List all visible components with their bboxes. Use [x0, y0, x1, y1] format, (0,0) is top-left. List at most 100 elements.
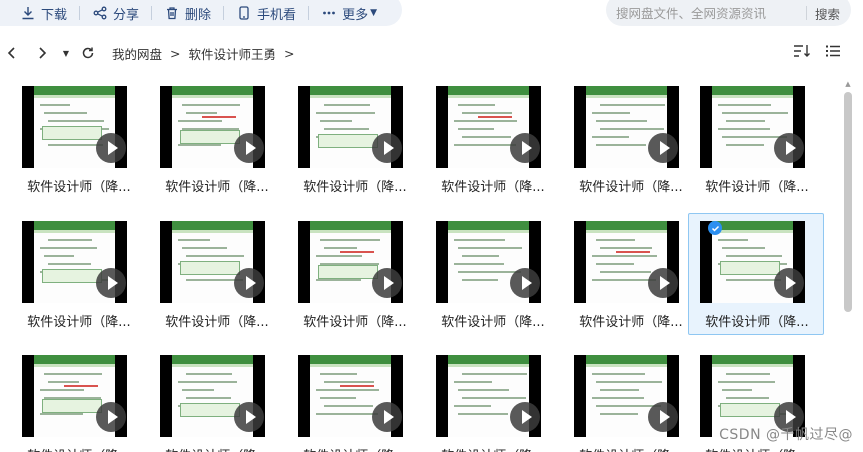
view-controls — [793, 43, 841, 63]
scrollbar[interactable]: ▲ — [844, 78, 852, 452]
video-thumbnail — [22, 86, 127, 168]
play-icon[interactable] — [774, 133, 804, 163]
file-tile[interactable]: 软件设计师（降... — [286, 78, 422, 200]
slide-annotation-stroke — [616, 251, 650, 253]
back-icon[interactable] — [2, 43, 22, 63]
file-name: 软件设计师（降... — [579, 180, 683, 195]
play-icon[interactable] — [510, 133, 540, 163]
play-icon[interactable] — [96, 268, 126, 298]
play-icon[interactable] — [648, 402, 678, 432]
file-tile[interactable]: 软件设计师（降... — [10, 347, 146, 452]
search-button[interactable]: 搜索 — [815, 4, 840, 23]
video-thumbnail — [22, 355, 127, 437]
action-toolbar: 下载 分享 删除 手机看 更多 ▼ — [0, 0, 402, 26]
phone-view-button[interactable]: 手机看 — [236, 1, 296, 25]
breadcrumb-root[interactable]: 我的网盘 — [112, 44, 162, 63]
slide-text-line — [324, 247, 357, 249]
selected-check-icon[interactable] — [708, 221, 722, 235]
file-tile[interactable]: 软件设计师（降... — [688, 78, 824, 200]
slide-text-line — [592, 279, 656, 281]
play-icon[interactable] — [96, 133, 126, 163]
file-tile[interactable]: 软件设计师（降... — [424, 347, 560, 452]
forward-icon[interactable] — [32, 43, 52, 63]
slide-annotation-stroke — [64, 385, 98, 387]
slide-header-bar — [34, 355, 115, 364]
share-icon — [92, 5, 108, 21]
download-button[interactable]: 下载 — [20, 1, 67, 25]
slide-text-line — [458, 104, 495, 106]
slide-highlight-box — [42, 399, 102, 413]
refresh-icon[interactable] — [78, 43, 98, 63]
slide-text-line — [48, 263, 91, 265]
share-button[interactable]: 分享 — [92, 1, 139, 25]
scroll-up-icon[interactable]: ▲ — [844, 80, 852, 88]
video-thumbnail — [298, 221, 403, 303]
play-icon[interactable] — [234, 402, 264, 432]
play-icon[interactable] — [648, 268, 678, 298]
file-tile[interactable]: 软件设计师（降... — [148, 213, 284, 335]
play-icon[interactable] — [372, 268, 402, 298]
play-icon[interactable] — [648, 133, 678, 163]
file-tile[interactable]: 软件设计师（降... — [148, 78, 284, 200]
share-label: 分享 — [113, 7, 140, 23]
play-icon[interactable] — [774, 268, 804, 298]
history-dropdown-icon[interactable]: ▼ — [56, 43, 76, 63]
play-icon[interactable] — [510, 268, 540, 298]
list-view-icon[interactable] — [825, 43, 841, 63]
breadcrumb-separator: > — [284, 45, 295, 61]
delete-button[interactable]: 删除 — [164, 1, 211, 25]
more-label: 更多 — [342, 7, 369, 23]
slide-text-line — [454, 381, 492, 383]
video-thumbnail — [436, 86, 541, 168]
slide-text-line — [596, 239, 635, 241]
play-icon[interactable] — [510, 402, 540, 432]
slide-subheader-bar — [712, 364, 793, 367]
slide-text-line — [592, 255, 657, 257]
slide-text-line — [718, 104, 771, 106]
sort-icon[interactable] — [793, 43, 811, 63]
play-icon[interactable] — [234, 268, 264, 298]
file-tile[interactable]: 软件设计师（降... — [286, 347, 422, 452]
file-tile[interactable]: 软件设计师（降... — [424, 213, 560, 335]
file-tile[interactable]: 软件设计师（降... — [562, 347, 698, 452]
file-tile[interactable]: 软件设计师（降... — [10, 78, 146, 200]
slide-text-line — [178, 144, 221, 146]
file-tile[interactable]: 软件设计师（降... — [148, 347, 284, 452]
file-name: 软件设计师（降... — [441, 180, 545, 195]
slide-text-line — [324, 128, 369, 130]
more-button[interactable]: 更多 ▼ — [321, 1, 377, 25]
search-input[interactable] — [616, 5, 806, 21]
video-thumbnail — [574, 355, 679, 437]
slide-header-bar — [310, 355, 391, 364]
scrollbar-thumb[interactable] — [844, 92, 852, 312]
slide-text-line — [48, 239, 92, 241]
play-icon[interactable] — [372, 133, 402, 163]
video-thumbnail — [160, 221, 265, 303]
slide-text-line — [316, 279, 361, 281]
slide-header-bar — [34, 86, 115, 95]
slide-header-bar — [34, 221, 115, 230]
file-tile[interactable]: 软件设计师（降... — [424, 78, 560, 200]
slide-highlight-box — [720, 403, 780, 417]
file-tile[interactable]: 软件设计师（降... — [10, 213, 146, 335]
slide-text-line — [722, 247, 765, 249]
file-tile[interactable]: 软件设计师（降... — [688, 213, 824, 335]
slide-text-line — [722, 389, 752, 391]
slide-subheader-bar — [34, 364, 115, 367]
video-thumbnail — [160, 355, 265, 437]
breadcrumb-current-folder[interactable]: 软件设计师王勇 — [189, 44, 277, 63]
slide-text-line — [462, 279, 498, 281]
file-tile[interactable]: 软件设计师（降... — [286, 213, 422, 335]
slide-text-line — [458, 413, 508, 415]
file-tile[interactable]: 软件设计师（降... — [562, 78, 698, 200]
slide-header-bar — [712, 86, 793, 95]
slide-highlight-box — [180, 130, 240, 144]
play-icon[interactable] — [96, 402, 126, 432]
video-thumbnail — [574, 86, 679, 168]
slide-text-line — [182, 247, 227, 249]
toolbar-divider — [308, 6, 310, 20]
play-icon[interactable] — [372, 402, 402, 432]
file-name: 软件设计师（降... — [441, 315, 545, 330]
file-tile[interactable]: 软件设计师（降... — [562, 213, 698, 335]
play-icon[interactable] — [234, 133, 264, 163]
